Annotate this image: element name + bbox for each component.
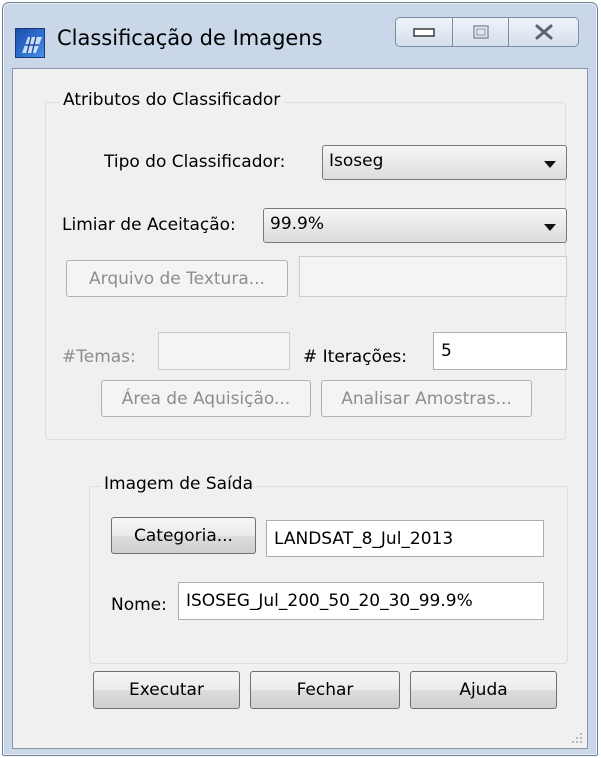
analyze-samples-button[interactable]: Analisar Amostras...: [321, 380, 532, 417]
category-button[interactable]: Categoria...: [111, 517, 256, 554]
themes-field[interactable]: [158, 332, 290, 370]
chevron-down-icon: [544, 224, 556, 231]
acceptance-threshold-label: Limiar de Aceitação:: [62, 215, 236, 235]
dialog-client-area: Atributos do Classificador Tipo do Class…: [12, 68, 588, 749]
acceptance-threshold-value: 99.9%: [270, 214, 325, 234]
texture-file-field[interactable]: [299, 256, 567, 297]
execute-button[interactable]: Executar: [93, 671, 240, 709]
themes-label: #Temas:: [62, 347, 136, 367]
output-name-label: Nome:: [111, 595, 167, 615]
minimize-icon: [413, 28, 435, 37]
minimize-button[interactable]: [395, 17, 453, 47]
texture-file-button[interactable]: Arquivo de Textura...: [66, 260, 288, 297]
resize-grip-icon[interactable]: [570, 731, 584, 745]
maximize-icon: [472, 25, 489, 39]
iterations-label: # Iterações:: [303, 347, 407, 367]
acceptance-threshold-select[interactable]: 99.9%: [263, 208, 567, 243]
classification-app-icon[interactable]: [15, 28, 45, 58]
iterations-field[interactable]: 5: [433, 332, 567, 370]
maximize-button[interactable]: [453, 17, 509, 47]
acquisition-area-button[interactable]: Área de Aquisição...: [101, 380, 311, 417]
classifier-type-select[interactable]: Isoseg: [322, 145, 567, 180]
help-button[interactable]: Ajuda: [410, 671, 557, 709]
classifier-type-label: Tipo do Classificador:: [104, 152, 286, 172]
close-icon: [535, 24, 552, 40]
output-image-group-title: Imagem de Saída: [101, 474, 256, 494]
classifier-type-value: Isoseg: [329, 151, 384, 171]
attributes-group-title: Atributos do Classificador: [60, 90, 284, 110]
close-dialog-button[interactable]: Fechar: [250, 671, 400, 709]
output-name-field[interactable]: ISOSEG_Jul_200_50_20_30_99.9%: [178, 582, 544, 620]
close-button[interactable]: [509, 17, 579, 47]
window-title: Classificação de Imagens: [57, 26, 323, 50]
chevron-down-icon: [544, 161, 556, 168]
output-image-group: [89, 486, 568, 664]
title-bar[interactable]: Classificação de Imagens: [3, 3, 597, 69]
dialog-window: Classificação de Imagens Atributos do Cl…: [2, 2, 598, 756]
category-field[interactable]: LANDSAT_8_Jul_2013: [266, 520, 544, 557]
